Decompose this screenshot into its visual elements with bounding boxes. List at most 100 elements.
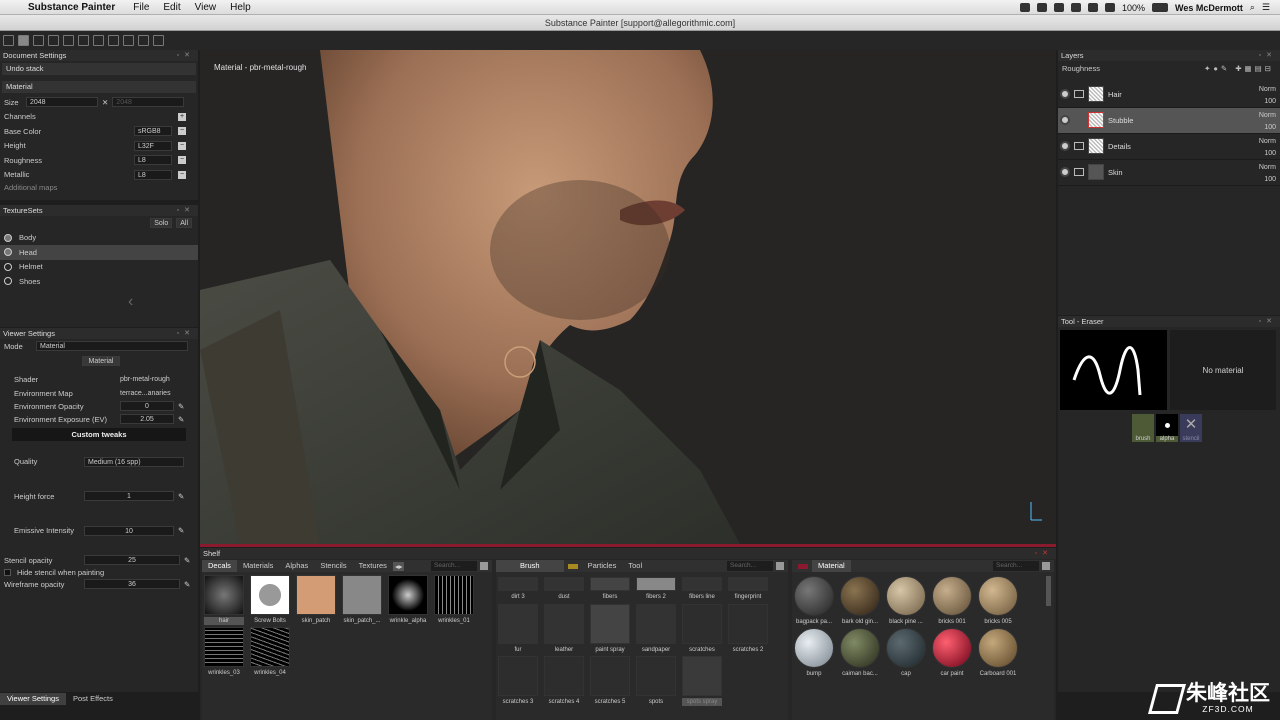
polygon-fill-icon[interactable] <box>48 35 59 46</box>
tab-brush[interactable]: Brush <box>496 560 564 572</box>
layer-item[interactable]: Stubble Norm 100 <box>1058 107 1280 134</box>
material-search-input[interactable]: Search... <box>993 561 1039 571</box>
battery-icon[interactable] <box>1152 3 1169 12</box>
brush-item[interactable]: fibers <box>590 577 630 601</box>
grid-view-icon[interactable] <box>776 562 784 570</box>
brush-item[interactable]: paint spray <box>590 604 630 654</box>
brush-item[interactable]: scratches 4 <box>544 656 584 706</box>
brush-item[interactable]: scratches <box>682 604 722 654</box>
material-button[interactable]: Material <box>82 355 120 366</box>
picker-tool-icon[interactable] <box>93 35 104 46</box>
mode-select[interactable]: Material <box>36 341 188 352</box>
brush-item[interactable]: fibers line <box>682 577 722 601</box>
add-channel-button[interactable]: + <box>178 112 186 121</box>
tab-viewer-settings[interactable]: Viewer Settings <box>0 693 66 705</box>
channel-select[interactable]: Roughness <box>1062 64 1100 73</box>
tab-material[interactable]: Material <box>812 560 851 572</box>
custom-tweaks-button[interactable]: Custom tweaks <box>12 427 186 441</box>
brush-item[interactable]: leather <box>544 604 584 654</box>
shelf-item[interactable]: skin_patch_... <box>342 575 382 625</box>
tab-alphas[interactable]: Alphas <box>279 560 314 572</box>
remove-channel-button[interactable]: − <box>178 156 186 165</box>
3d-viewport[interactable]: Material - pbr-metal-rough <box>200 50 1056 544</box>
material-item[interactable]: caiman bac... <box>840 628 880 678</box>
material-item[interactable]: bricks 001 <box>932 576 972 626</box>
brush-item[interactable]: dirt 3 <box>498 577 538 601</box>
menu-view[interactable]: View <box>195 2 217 13</box>
radio-icon[interactable] <box>4 262 12 271</box>
solo-button[interactable]: Solo <box>150 218 173 229</box>
brush-item[interactable]: dust <box>544 577 584 601</box>
screenshot-icon[interactable] <box>153 35 164 46</box>
material-item[interactable]: bagpack pa... <box>794 576 834 626</box>
time-machine-icon[interactable] <box>1087 3 1098 12</box>
height-force-slider[interactable]: 1 <box>84 491 174 502</box>
channel-format-select[interactable]: sRGB8 <box>134 126 172 137</box>
link-icon[interactable]: ✕ <box>102 98 108 107</box>
radio-selected-icon[interactable] <box>4 248 12 257</box>
wifi-icon[interactable] <box>1104 3 1115 12</box>
wireframe-slider[interactable]: 36 <box>84 579 180 589</box>
edit-icon[interactable]: ✎ <box>184 580 190 589</box>
brush-item[interactable]: scratches 5 <box>590 656 630 706</box>
panel-close-icon[interactable]: ▫✕ <box>1259 50 1277 61</box>
tab-decals[interactable]: Decals <box>202 560 237 572</box>
panel-close-icon[interactable]: ▫✕ <box>177 205 195 216</box>
shelf-item[interactable]: wrinkles_03 <box>204 627 244 677</box>
tab-tool[interactable]: Tool <box>622 560 648 572</box>
brush-item[interactable]: fur <box>498 604 538 654</box>
material-item[interactable]: black pine ... <box>886 576 926 626</box>
size-select[interactable]: 2048 <box>26 97 98 108</box>
shelf-item[interactable]: hair <box>204 575 244 625</box>
channel-format-select[interactable]: L8 <box>134 155 172 166</box>
undo-stack-button[interactable]: Undo stack <box>2 63 196 75</box>
camera-tool-icon[interactable] <box>123 35 134 46</box>
shader-select[interactable]: pbr-metal-rough <box>120 376 170 383</box>
material-item[interactable]: bricks 005 <box>978 576 1018 626</box>
tab-stencils[interactable]: Stencils <box>314 560 352 572</box>
brush-item[interactable]: scratches 3 <box>498 656 538 706</box>
shelf-item[interactable]: wrinkle_alpha <box>388 575 428 625</box>
material-section[interactable]: Material <box>2 81 196 93</box>
menu-help[interactable]: Help <box>230 2 251 13</box>
edit-icon[interactable]: ✎ <box>178 526 184 535</box>
emissive-slider[interactable]: 10 <box>84 525 174 536</box>
additional-maps-row[interactable]: Additional maps <box>0 182 198 192</box>
symmetry-icon[interactable] <box>108 35 119 46</box>
brush-item[interactable]: fingerprint <box>728 577 768 601</box>
texture-set-item[interactable]: Helmet <box>0 260 198 275</box>
shelf-search-input[interactable]: Search... <box>431 561 477 571</box>
tab-post-effects[interactable]: Post Effects <box>66 693 120 705</box>
layer-blend-mode[interactable]: Norm 100 <box>1259 136 1276 160</box>
smudge-tool-icon[interactable] <box>63 35 74 46</box>
edit-icon[interactable]: ✎ <box>178 492 184 501</box>
search-icon[interactable]: ⌕ <box>1250 2 1255 13</box>
material-item[interactable]: bump <box>794 628 834 678</box>
tab-materials[interactable]: Materials <box>237 560 279 572</box>
edit-icon[interactable]: ✎ <box>178 415 184 424</box>
remove-channel-button[interactable]: − <box>178 170 186 179</box>
layer-blend-mode[interactable]: Norm 100 <box>1259 162 1276 186</box>
shelf-item[interactable]: wrinkles_01 <box>434 575 474 625</box>
panel-close-icon[interactable]: ▫✕ <box>177 50 195 61</box>
channel-format-select[interactable]: L8 <box>134 169 172 180</box>
edit-icon[interactable]: ✎ <box>178 402 184 411</box>
user-name[interactable]: Wes McDermott <box>1175 3 1243 13</box>
alpha-slot[interactable]: alpha <box>1156 414 1178 442</box>
clone-tool-icon[interactable] <box>78 35 89 46</box>
env-map-select[interactable]: terrace...anaries <box>120 390 171 397</box>
projection-tool-icon[interactable] <box>33 35 44 46</box>
env-exposure-slider[interactable]: 2.05 <box>120 414 174 424</box>
tab-scroll-arrows-icon[interactable]: ◂▸ <box>392 561 405 571</box>
brush-item[interactable]: sandpaper <box>636 604 676 654</box>
remove-channel-button[interactable]: − <box>178 127 186 136</box>
brush-tool-icon[interactable] <box>3 35 14 46</box>
brush-item[interactable]: scratches 2 <box>728 604 768 654</box>
view-split-icon[interactable] <box>138 35 149 46</box>
size-select-2[interactable]: 2048 <box>112 97 185 108</box>
cloud-icon[interactable] <box>1070 3 1081 12</box>
shelf-item[interactable]: Screw Bolts <box>250 575 290 625</box>
list-icon[interactable]: ☰ <box>1262 2 1270 13</box>
material-item[interactable]: cap <box>886 628 926 678</box>
menu-edit[interactable]: Edit <box>163 2 180 13</box>
